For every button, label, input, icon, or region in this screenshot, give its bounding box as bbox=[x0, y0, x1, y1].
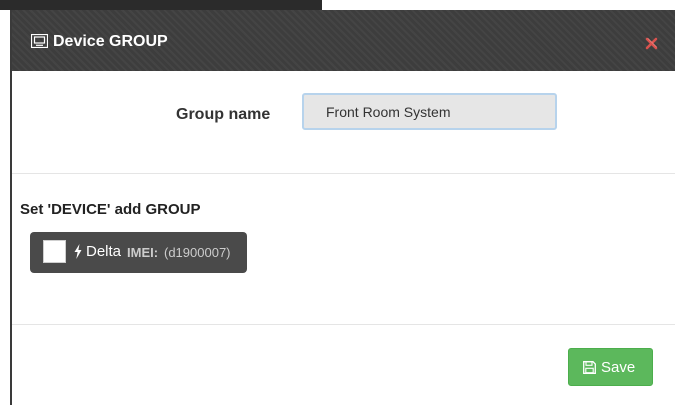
footer-divider bbox=[12, 324, 675, 325]
background-strip bbox=[0, 0, 675, 10]
group-name-label: Group name bbox=[176, 106, 271, 123]
floppy-disk-icon bbox=[583, 361, 596, 374]
background-dark-bar bbox=[0, 0, 322, 10]
modal-header: Device GROUP bbox=[12, 10, 675, 71]
save-button[interactable]: Save bbox=[568, 348, 653, 386]
device-icon bbox=[31, 34, 48, 48]
device-checkbox[interactable] bbox=[43, 240, 66, 263]
bolt-icon bbox=[74, 244, 82, 259]
device-imei-label: IMEI: bbox=[127, 245, 159, 260]
device-item[interactable]: Delta IMEI: (d1900007) bbox=[30, 232, 247, 273]
modal-title: Device GROUP bbox=[53, 33, 168, 50]
device-imei-value: (d1900007) bbox=[164, 245, 231, 260]
close-icon[interactable] bbox=[645, 37, 658, 50]
group-name-input[interactable] bbox=[302, 93, 557, 130]
device-group-modal: Device GROUP Group name Set 'DEVICE' add… bbox=[12, 10, 675, 405]
save-label: Save bbox=[601, 359, 636, 376]
device-name: Delta bbox=[86, 243, 122, 260]
section-divider bbox=[12, 173, 675, 174]
devices-section-title: Set 'DEVICE' add GROUP bbox=[20, 201, 201, 218]
